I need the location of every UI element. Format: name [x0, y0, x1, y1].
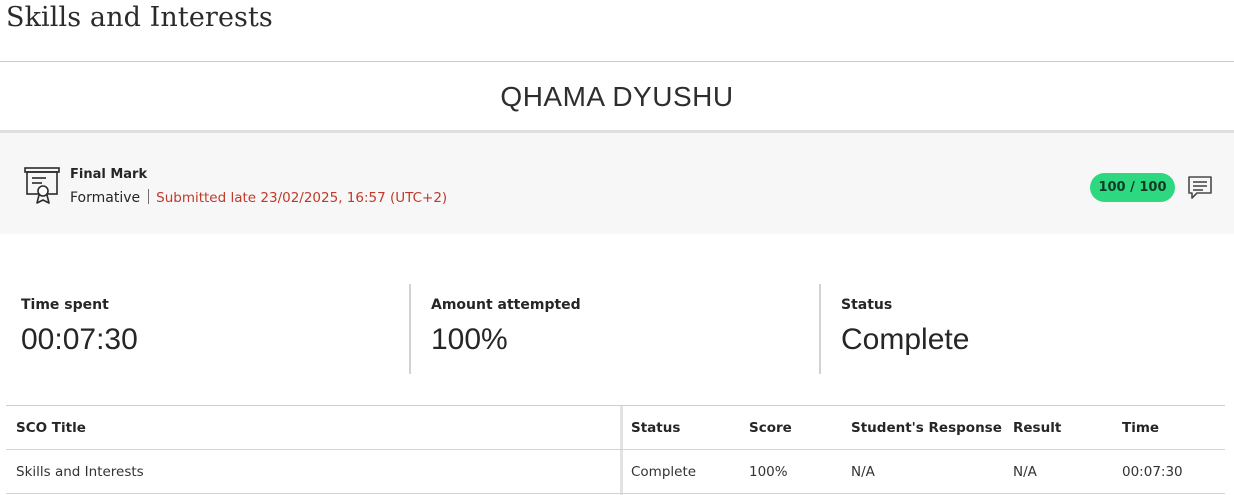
stat-value: 00:07:30 [21, 323, 138, 356]
column-header-sco-title: SCO Title [16, 420, 86, 436]
stat-divider [409, 284, 411, 374]
grade-meta: Formative Submitted late 23/02/2025, 16:5… [70, 189, 447, 206]
column-header-score: Score [749, 420, 792, 436]
column-header-result: Result [1013, 420, 1062, 436]
grade-title: Final Mark [70, 167, 148, 182]
stat-label: Amount attempted [431, 297, 581, 313]
table-header-row: SCO Title Status Score Student's Respons… [6, 406, 1225, 450]
grade-summary-bar: Final Mark Formative Submitted late 23/02… [0, 130, 1234, 234]
cell-time: 00:07:30 [1122, 464, 1183, 480]
stat-label: Status [841, 297, 893, 313]
column-header-time: Time [1122, 420, 1160, 436]
stat-status: Status Complete [841, 285, 1211, 374]
cell-result: N/A [1013, 464, 1037, 480]
score-badge: 100 / 100 [1090, 173, 1175, 202]
cell-score: 100% [749, 464, 788, 480]
student-name: QHAMA DYUSHU [500, 81, 734, 112]
stat-amount-attempted: Amount attempted 100% [431, 285, 801, 374]
stat-label: Time spent [21, 297, 109, 313]
cell-status: Complete [631, 464, 697, 480]
sco-table: SCO Title Status Score Student's Respons… [6, 405, 1225, 495]
late-submission-status: Submitted late 23/02/2025, 16:57 (UTC+2) [156, 190, 448, 206]
title-divider [0, 61, 1234, 62]
column-header-status: Status [631, 420, 681, 436]
stat-value: Complete [841, 323, 970, 356]
stat-divider [819, 284, 821, 374]
certificate-icon [24, 167, 60, 204]
grade-meta-separator [148, 189, 150, 204]
grade-type: Formative [70, 190, 141, 206]
cell-student-response: N/A [851, 464, 875, 480]
page-title: Skills and Interests [6, 2, 273, 33]
column-header-student-response: Student's Response [851, 420, 1002, 436]
table-row: Skills and Interests Complete 100% N/A N… [6, 450, 1225, 494]
stat-value: 100% [431, 323, 508, 356]
comment-icon[interactable] [1187, 175, 1213, 201]
cell-sco-title: Skills and Interests [16, 464, 144, 480]
stat-time-spent: Time spent 00:07:30 [21, 285, 391, 374]
